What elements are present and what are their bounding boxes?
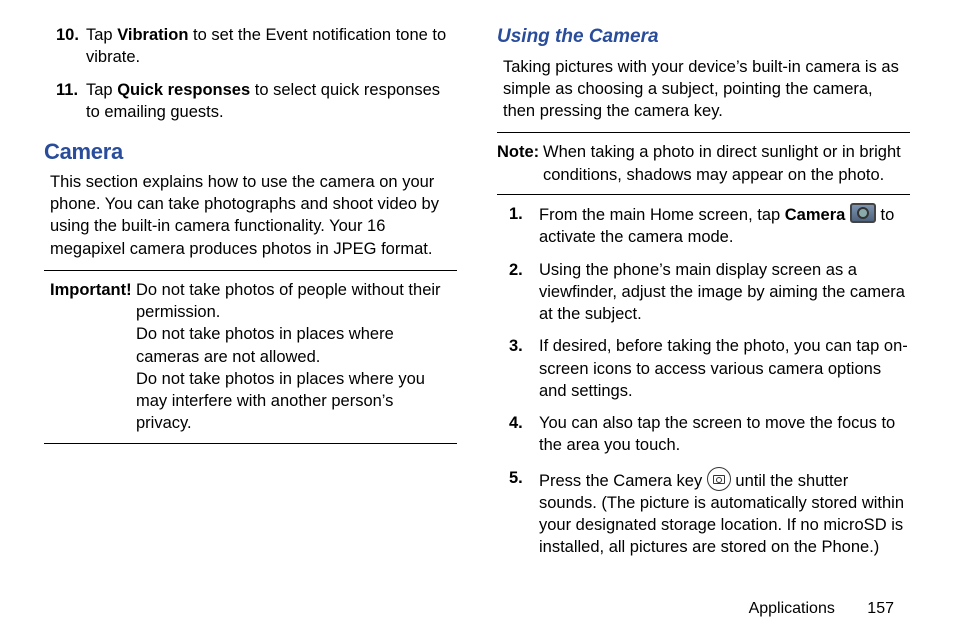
step-body: Tap Vibration to set the Event notificat… [86,24,457,69]
step-text-pre: Tap [86,26,117,44]
important-line: Do not take photos in places where camer… [136,323,451,368]
using-intro-paragraph: Taking pictures with your device’s built… [503,56,904,123]
step-number: 4. [509,412,539,457]
divider [44,270,457,271]
note-block: Note: When taking a photo in direct sunl… [497,141,910,186]
step-number: 10. [56,24,86,69]
heading-camera: Camera [44,137,457,167]
important-line: Do not take photos of people without the… [136,279,451,324]
step-body: Press the Camera key until the shutter s… [539,467,910,559]
divider [497,132,910,133]
footer-section: Applications [749,600,835,617]
left-column: 10. Tap Vibration to set the Event notif… [44,24,457,584]
two-column-layout: 10. Tap Vibration to set the Event notif… [44,24,910,584]
numbered-step-5: 5. Press the Camera key until the shutte… [509,467,910,559]
numbered-step-2: 2. Using the phone’s main display screen… [509,259,910,326]
heading-using-camera: Using the Camera [497,24,910,50]
step-text-pre: Tap [86,81,117,99]
step-body: If desired, before taking the photo, you… [539,335,910,402]
camera-intro-paragraph: This section explains how to use the cam… [50,171,451,260]
page-footer: Applications 157 [749,600,894,618]
note-label: Note: [497,141,543,186]
important-block: Important! Do not take photos of people … [50,279,451,435]
numbered-step-3: 3. If desired, before taking the photo, … [509,335,910,402]
camera-app-icon [850,203,876,223]
numbered-step-1: 1. From the main Home screen, tap Camera… [509,203,910,249]
step-text-bold: Vibration [117,26,188,44]
step-number: 11. [56,79,86,124]
note-text: When taking a photo in direct sunlight o… [543,141,910,186]
divider [497,194,910,195]
numbered-step-10: 10. Tap Vibration to set the Event notif… [56,24,457,69]
step-number: 5. [509,467,539,559]
step-body: Tap Quick responses to select quick resp… [86,79,457,124]
step-body: Using the phone’s main display screen as… [539,259,910,326]
step-text-pre: Press the Camera key [539,472,707,490]
important-line: Do not take photos in places where you m… [136,368,451,435]
important-label: Important! [50,279,136,435]
numbered-step-4: 4. You can also tap the screen to move t… [509,412,910,457]
right-column: Using the Camera Taking pictures with yo… [497,24,910,584]
important-text: Do not take photos of people without the… [136,279,451,435]
step-text-bold: Camera [785,206,846,224]
camera-key-icon [707,467,731,491]
step-number: 3. [509,335,539,402]
footer-page-number: 157 [867,600,894,617]
step-body: You can also tap the screen to move the … [539,412,910,457]
step-text-pre: From the main Home screen, tap [539,206,785,224]
step-body: From the main Home screen, tap Camera to… [539,203,910,249]
manual-page: 10. Tap Vibration to set the Event notif… [0,0,954,636]
step-number: 2. [509,259,539,326]
numbered-step-11: 11. Tap Quick responses to select quick … [56,79,457,124]
divider [44,443,457,444]
step-number: 1. [509,203,539,249]
step-text-bold: Quick responses [117,81,250,99]
